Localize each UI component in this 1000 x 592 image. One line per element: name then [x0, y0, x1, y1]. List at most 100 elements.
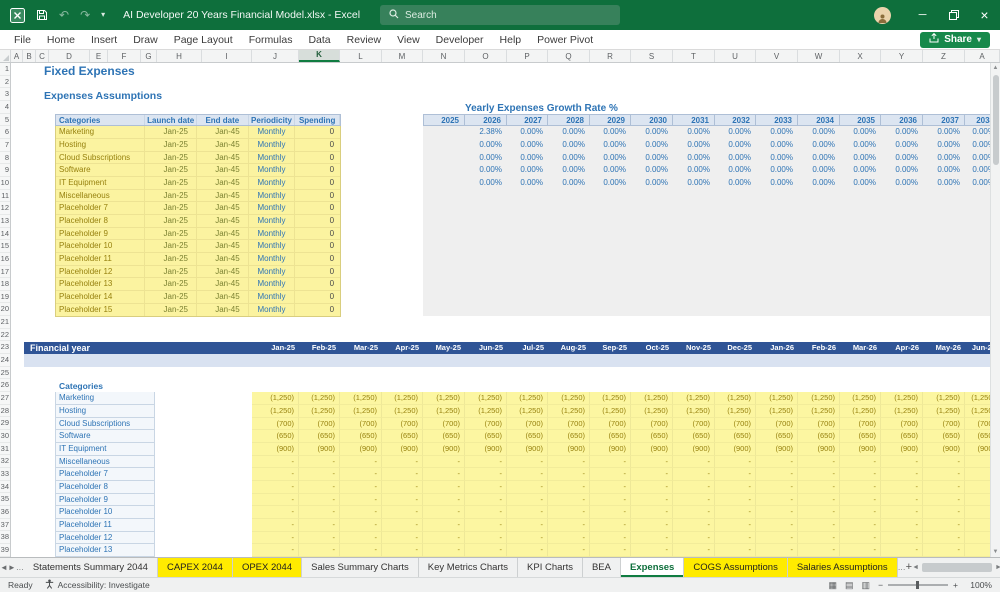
- scroll-right-icon[interactable]: ►: [995, 564, 1000, 571]
- scroll-left-icon[interactable]: ◄: [912, 564, 919, 571]
- spending-cell[interactable]: 0: [295, 164, 340, 176]
- growth-rate-cell[interactable]: 0.00%: [715, 126, 756, 139]
- search-box[interactable]: Search: [380, 5, 620, 25]
- column-header[interactable]: N: [423, 50, 465, 62]
- expense-value-cell[interactable]: -: [715, 506, 756, 519]
- expense-value-cell[interactable]: (650): [798, 430, 840, 443]
- periodicity-cell[interactable]: Monthly: [249, 228, 296, 240]
- expense-value-cell[interactable]: -: [340, 481, 382, 494]
- growth-rate-cell[interactable]: 0.00%: [840, 164, 881, 177]
- expense-value-cell[interactable]: -: [382, 519, 423, 532]
- expense-value-cell[interactable]: (1,250): [715, 392, 756, 405]
- expense-value-cell[interactable]: -: [548, 481, 590, 494]
- column-header[interactable]: R: [590, 50, 631, 62]
- growth-rate-cell[interactable]: 0.00%: [465, 139, 507, 152]
- growth-rate-cell[interactable]: 0.00%: [673, 164, 715, 177]
- expense-value-cell[interactable]: (1,250): [548, 405, 590, 418]
- expense-value-cell[interactable]: -: [756, 494, 798, 507]
- growth-rate-cell[interactable]: [423, 164, 465, 177]
- expense-value-cell[interactable]: (700): [798, 418, 840, 431]
- scroll-down-icon[interactable]: ▼: [993, 547, 999, 557]
- end-date-cell[interactable]: Jan-45: [197, 278, 249, 290]
- expense-value-cell[interactable]: (1,250): [840, 392, 881, 405]
- category-cell[interactable]: Marketing: [56, 126, 145, 138]
- expense-value-cell[interactable]: (1,250): [465, 405, 507, 418]
- growth-year-header-cell[interactable]: 2035: [840, 114, 881, 127]
- expense-value-cell[interactable]: (900): [631, 443, 673, 456]
- category-cell[interactable]: Placeholder 10: [56, 240, 145, 252]
- expense-value-cell[interactable]: (700): [923, 418, 965, 431]
- expense-value-cell[interactable]: -: [252, 519, 299, 532]
- expense-value-cell[interactable]: -: [756, 468, 798, 481]
- sheet-scroll-left-icon[interactable]: ◄: [0, 558, 8, 577]
- expense-value-cell[interactable]: -: [673, 544, 715, 557]
- expense-value-cell[interactable]: -: [507, 519, 548, 532]
- growth-rate-cell[interactable]: 0.00%: [923, 126, 965, 139]
- category-cell[interactable]: Hosting: [56, 139, 145, 151]
- expense-value-cell[interactable]: -: [756, 544, 798, 557]
- row-header[interactable]: 26: [0, 379, 10, 392]
- category-cell[interactable]: IT Equipment: [56, 177, 145, 189]
- expense-value-cell[interactable]: -: [507, 468, 548, 481]
- growth-rate-cell[interactable]: 0.00%: [840, 139, 881, 152]
- excel-app-icon[interactable]: [10, 8, 25, 23]
- hidden-sheets-right-icon[interactable]: …: [898, 558, 906, 577]
- expense-value-cell[interactable]: (900): [252, 443, 299, 456]
- expense-value-cell[interactable]: -: [673, 532, 715, 545]
- growth-rate-cell[interactable]: 0.00%: [798, 126, 840, 139]
- expense-value-cell[interactable]: (700): [881, 418, 923, 431]
- expense-value-cell[interactable]: -: [923, 468, 965, 481]
- expense-value-cell[interactable]: (900): [756, 443, 798, 456]
- expense-value-cell[interactable]: (1,250): [382, 392, 423, 405]
- expense-value-cell[interactable]: -: [548, 494, 590, 507]
- growth-rate-cell[interactable]: 0.00%: [840, 126, 881, 139]
- growth-rate-cell[interactable]: [423, 126, 465, 139]
- month-header-cell[interactable]: Oct-25: [631, 342, 673, 355]
- growth-rate-cell[interactable]: 0.00%: [590, 152, 631, 165]
- growth-rate-cell[interactable]: 0.00%: [631, 139, 673, 152]
- row-header[interactable]: 8: [0, 152, 10, 165]
- periodicity-cell[interactable]: Monthly: [249, 164, 296, 176]
- expense-value-cell[interactable]: (700): [673, 418, 715, 431]
- launch-date-cell[interactable]: Jan-25: [145, 152, 197, 164]
- month-header-cell[interactable]: Dec-25: [715, 342, 756, 355]
- end-date-cell[interactable]: Jan-45: [197, 215, 249, 227]
- spending-cell[interactable]: 0: [295, 253, 340, 265]
- expense-value-cell[interactable]: -: [631, 468, 673, 481]
- expense-value-cell[interactable]: -: [881, 506, 923, 519]
- hidden-sheets-left-icon[interactable]: …: [16, 558, 24, 577]
- expense-value-cell[interactable]: (1,250): [631, 392, 673, 405]
- ribbon-tab[interactable]: Help: [492, 30, 530, 50]
- expense-value-cell[interactable]: (1,250): [673, 392, 715, 405]
- expense-value-cell[interactable]: -: [252, 456, 299, 469]
- launch-date-cell[interactable]: Jan-25: [145, 202, 197, 214]
- expense-value-cell[interactable]: (650): [715, 430, 756, 443]
- expense-value-cell[interactable]: -: [340, 494, 382, 507]
- expense-value-cell[interactable]: (650): [252, 430, 299, 443]
- growth-rate-cell[interactable]: 0.00%: [631, 177, 673, 190]
- growth-year-header-cell[interactable]: 2027: [507, 114, 548, 127]
- expense-value-cell[interactable]: -: [590, 468, 631, 481]
- expense-value-cell[interactable]: -: [923, 494, 965, 507]
- expense-value-cell[interactable]: -: [382, 494, 423, 507]
- expense-value-cell[interactable]: -: [590, 456, 631, 469]
- category-cell[interactable]: Placeholder 12: [56, 266, 145, 278]
- growth-rate-cell[interactable]: 0.00%: [548, 126, 590, 139]
- expense-category-cell[interactable]: Miscellaneous: [55, 456, 155, 469]
- spending-cell[interactable]: 0: [295, 139, 340, 151]
- expense-value-cell[interactable]: (1,250): [673, 405, 715, 418]
- row-header[interactable]: 1: [0, 63, 10, 76]
- expense-value-cell[interactable]: (900): [715, 443, 756, 456]
- expense-value-cell[interactable]: (1,250): [299, 392, 340, 405]
- expense-category-cell[interactable]: Placeholder 7: [55, 468, 155, 481]
- growth-rate-cell[interactable]: 0.00%: [590, 139, 631, 152]
- growth-rate-cell[interactable]: 0.00%: [715, 139, 756, 152]
- row-header[interactable]: 29: [0, 417, 10, 430]
- category-cell[interactable]: Placeholder 13: [56, 278, 145, 290]
- sheet-tab[interactable]: Salaries Assumptions: [788, 558, 898, 577]
- expense-value-cell[interactable]: -: [382, 456, 423, 469]
- expense-value-cell[interactable]: -: [299, 519, 340, 532]
- expense-value-cell[interactable]: (1,250): [340, 392, 382, 405]
- row-header[interactable]: 30: [0, 430, 10, 443]
- expense-value-cell[interactable]: (1,250): [252, 405, 299, 418]
